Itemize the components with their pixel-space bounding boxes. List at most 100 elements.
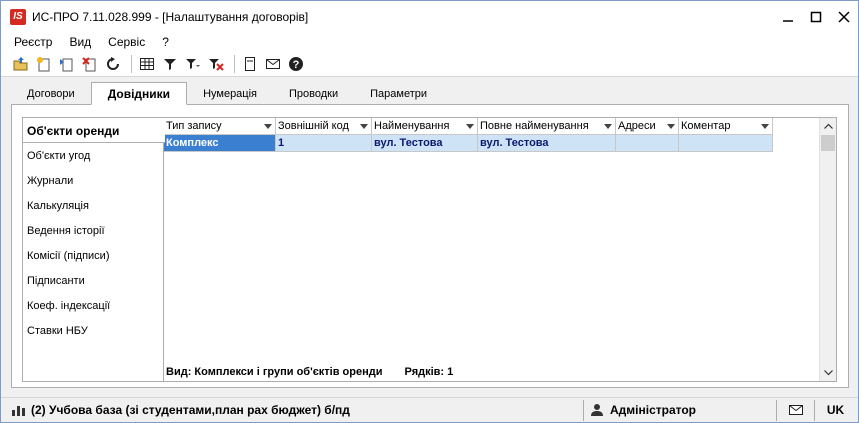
column-header-addresses[interactable]: Адреси	[616, 118, 679, 135]
nav-item-deal-objects[interactable]: Об'єкти угод	[23, 143, 164, 168]
grid-footer: Вид: Комплекси і групи об'єктів оренди Р…	[164, 363, 819, 381]
nav-item-commissions[interactable]: Комісії (підписи)	[23, 243, 164, 268]
nav-item-journals[interactable]: Журнали	[23, 168, 164, 193]
column-header-full-name[interactable]: Повне найменування	[478, 118, 616, 135]
refresh-button[interactable]	[103, 54, 123, 74]
data-grid: Тип запису Зовнішній код Найменування По…	[163, 117, 837, 382]
status-database[interactable]: (2) Учбова база (зі студентами,план рах …	[1, 400, 583, 421]
cell-name[interactable]: вул. Тестова	[372, 135, 478, 152]
mail-icon	[788, 405, 803, 415]
nav-item-signatories[interactable]: Підписанти	[23, 268, 164, 293]
delete-doc-icon	[82, 56, 96, 71]
column-label: Адреси	[618, 120, 656, 132]
status-language[interactable]: UK	[814, 399, 856, 421]
nav-item-history[interactable]: Ведення історії	[23, 218, 164, 243]
grid-header: Тип запису Зовнішній код Найменування По…	[164, 118, 773, 135]
menu-bar: Реєстр Вид Сервіс ?	[1, 32, 858, 51]
maximize-icon	[810, 11, 822, 22]
filter-clear-button[interactable]	[183, 54, 203, 74]
menu-registry[interactable]: Реєстр	[11, 34, 55, 50]
toolbar-separator	[131, 54, 132, 73]
dropdown-arrow-icon[interactable]	[360, 124, 368, 129]
status-user[interactable]: Адміністратор	[583, 399, 776, 421]
app-window: IS ИС-ПРО 7.11.028.999 - [Налаштування д…	[0, 0, 859, 423]
close-button[interactable]	[830, 1, 858, 32]
tab-strip: Договори Довідники Нумерація Проводки Па…	[11, 82, 849, 105]
dropdown-arrow-icon[interactable]	[604, 124, 612, 129]
table-view-button[interactable]	[137, 54, 157, 74]
maximize-button[interactable]	[802, 1, 830, 32]
tab-contracts[interactable]: Договори	[11, 84, 91, 104]
svg-text:?: ?	[293, 59, 300, 71]
cell-comment[interactable]	[679, 135, 773, 152]
mail-icon	[266, 58, 280, 69]
column-header-comment[interactable]: Коментар	[679, 118, 773, 135]
open-folder-icon	[13, 56, 28, 70]
column-label: Тип запису	[166, 120, 222, 132]
tab-directories[interactable]: Довідники	[90, 82, 188, 105]
directory-nav: Об'єкти оренди Об'єкти угод Журнали Каль…	[22, 117, 165, 382]
column-label: Зовнішній код	[278, 120, 349, 132]
user-label: Адміністратор	[610, 403, 697, 417]
nav-item-calculation[interactable]: Калькуляція	[23, 193, 164, 218]
chevron-up-icon	[823, 123, 833, 129]
tab-parameters[interactable]: Параметри	[354, 84, 443, 104]
column-label: Коментар	[681, 120, 731, 132]
page-icon	[245, 56, 255, 71]
nav-item-rental-objects[interactable]: Об'єкти оренди	[23, 118, 165, 143]
toolbar-separator	[234, 54, 235, 73]
tab-postings[interactable]: Проводки	[273, 84, 354, 104]
nav-item-nbu-rates[interactable]: Ставки НБУ	[23, 318, 164, 343]
window-title: ИС-ПРО 7.11.028.999 - [Налаштування дого…	[32, 9, 309, 24]
window-controls	[774, 1, 858, 32]
filter-button[interactable]	[160, 54, 180, 74]
dropdown-arrow-icon[interactable]	[466, 124, 474, 129]
vertical-scrollbar[interactable]	[819, 118, 836, 381]
cell-external-code[interactable]: 1	[276, 135, 372, 152]
menu-help[interactable]: ?	[159, 34, 172, 50]
cell-record-type[interactable]: Комплекс	[164, 135, 276, 152]
column-label: Повне найменування	[480, 120, 589, 132]
toolbar: ?	[1, 51, 858, 77]
help-button[interactable]: ?	[286, 54, 306, 74]
new-doc-icon	[37, 56, 50, 71]
column-header-external-code[interactable]: Зовнішній код	[276, 118, 372, 135]
refresh-icon	[107, 56, 119, 70]
cell-addresses[interactable]	[616, 135, 679, 152]
dropdown-arrow-icon[interactable]	[264, 124, 272, 129]
menu-service[interactable]: Сервіс	[105, 34, 148, 50]
scroll-up-button[interactable]	[820, 118, 836, 134]
new-button[interactable]	[34, 54, 54, 74]
copy-button[interactable]	[57, 54, 77, 74]
filter-off-icon	[209, 58, 224, 71]
row-count: Рядків: 1	[404, 366, 454, 378]
page-button[interactable]	[240, 54, 260, 74]
column-label: Найменування	[374, 120, 450, 132]
column-header-name[interactable]: Найменування	[372, 118, 478, 135]
minimize-button[interactable]	[774, 1, 802, 32]
tab-numbering[interactable]: Нумерація	[187, 84, 273, 104]
dropdown-arrow-icon[interactable]	[667, 124, 675, 129]
title-bar: IS ИС-ПРО 7.11.028.999 - [Налаштування д…	[1, 1, 858, 32]
scroll-thumb[interactable]	[821, 135, 835, 151]
nav-item-indexation[interactable]: Коеф. індексації	[23, 293, 164, 318]
cell-full-name[interactable]: вул. Тестова	[478, 135, 616, 152]
close-icon	[838, 10, 850, 23]
delete-button[interactable]	[80, 54, 100, 74]
database-label: (2) Учбова база (зі студентами,план рах …	[31, 403, 350, 417]
table-row[interactable]: Комплекс 1 вул. Тестова вул. Тестова	[164, 135, 773, 152]
menu-view[interactable]: Вид	[66, 34, 94, 50]
open-button[interactable]	[11, 54, 31, 74]
column-header-record-type[interactable]: Тип запису	[164, 118, 276, 135]
help-icon: ?	[289, 56, 303, 71]
filter-clear-icon	[186, 58, 200, 69]
filter-icon	[164, 58, 176, 70]
status-mail[interactable]	[776, 399, 814, 421]
copy-doc-icon	[60, 58, 73, 71]
filter-off-button[interactable]	[206, 54, 226, 74]
table-icon	[140, 57, 154, 70]
scroll-down-button[interactable]	[820, 365, 836, 381]
mail-button[interactable]	[263, 54, 283, 74]
minimize-icon	[783, 19, 793, 22]
dropdown-arrow-icon[interactable]	[761, 124, 769, 129]
